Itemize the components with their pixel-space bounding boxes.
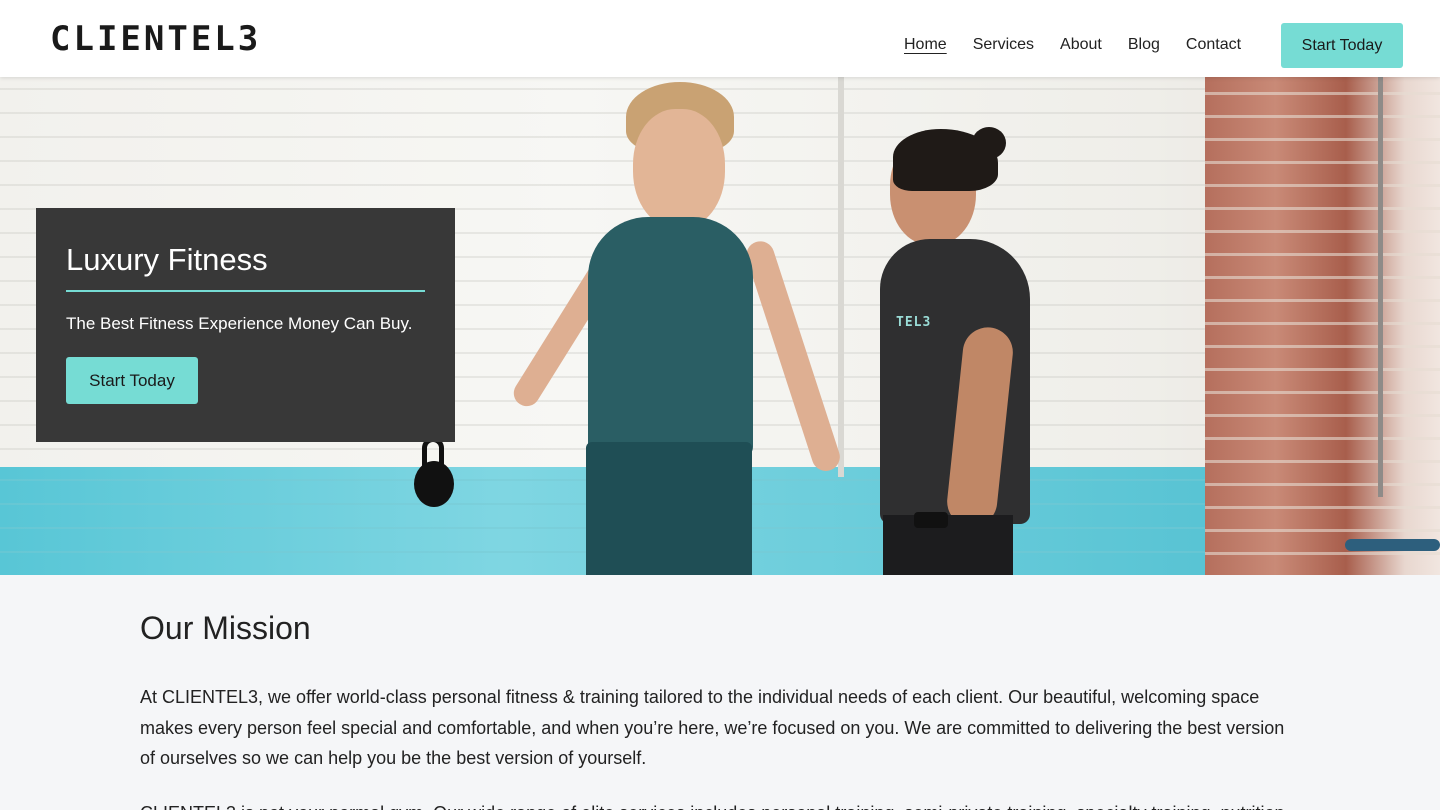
exercise-bar [1345,539,1440,551]
nav-services[interactable]: Services [973,34,1034,56]
woman-head [633,109,725,229]
site-header: CLIENTEL3 Home Services About Blog Conta… [0,0,1440,77]
mission-section: Our Mission At CLIENTEL3, we offer world… [140,575,1300,810]
header-start-today-button[interactable]: Start Today [1281,23,1403,68]
trainer-watch [914,512,948,528]
hero-card: Luxury Fitness The Best Fitness Experien… [36,208,455,442]
kettlebell [414,437,454,509]
hero-title: Luxury Fitness [66,242,425,292]
trainer-shorts [883,515,1013,575]
site-logo[interactable]: CLIENTEL3 [50,20,261,58]
nav-home[interactable]: Home [904,34,947,56]
hero-start-today-button[interactable]: Start Today [66,357,198,404]
trainer-shirt-logo: TEL3 [896,315,932,330]
nav-contact[interactable]: Contact [1186,34,1241,56]
nav-blog[interactable]: Blog [1128,34,1160,56]
kettlebell-bell [414,461,454,507]
mission-paragraph-2: CLIENTEL3 is not your normal gym. Our wi… [140,798,1300,810]
wall-pipe [838,77,844,477]
woman-leggings [586,442,752,575]
wall-pipe-right [1378,77,1383,497]
nav-about[interactable]: About [1060,34,1102,56]
hero-subtitle: The Best Fitness Experience Money Can Bu… [66,314,413,333]
red-brick-column [1205,77,1440,575]
main-nav: Home Services About Blog Contact [904,34,1267,56]
mission-paragraph: At CLIENTEL3, we offer world-class perso… [140,687,1285,768]
mission-title: Our Mission [140,610,311,646]
woman-tank-top [588,217,753,457]
